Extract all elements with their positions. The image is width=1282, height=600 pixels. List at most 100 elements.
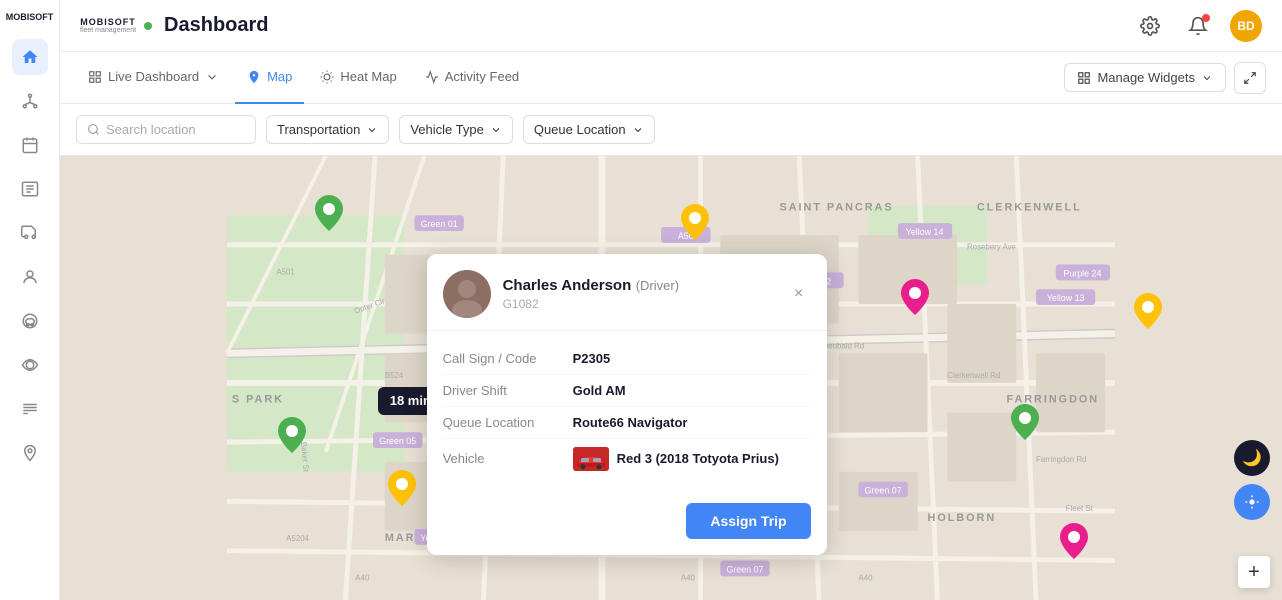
map-pin-green-1[interactable] (315, 195, 343, 236)
search-location-input[interactable]: Search location (76, 115, 256, 144)
app-shell: MOBISOFT (0, 0, 1282, 600)
map-pin-green-2[interactable] (278, 417, 306, 458)
logo-area: MOBISOFT fleet management (80, 17, 152, 34)
vehicle-name: Red 3 (2018 Totyota Prius) (617, 451, 779, 466)
driver-role: (Driver) (636, 278, 679, 293)
map-controls: 🌙 (1234, 440, 1270, 520)
queue-location-value: Route66 Navigator (573, 415, 688, 430)
queue-location-filter[interactable]: Queue Location (523, 115, 655, 144)
top-header: MOBISOFT fleet management Dashboard BD (60, 0, 1282, 52)
map-background: SAINT PANCRAS CLERKENWELL FARRINGDON MAR… (60, 156, 1282, 600)
driver-info: Charles Anderson (Driver) G1082 (503, 277, 679, 311)
svg-text:Yellow 14: Yellow 14 (906, 227, 944, 237)
svg-text:Yellow 13: Yellow 13 (1047, 293, 1085, 303)
sidebar-icon-reports[interactable] (12, 171, 48, 207)
svg-text:Clerkenwell Rd: Clerkenwell Rd (947, 371, 1000, 380)
manage-widgets-button[interactable]: Manage Widgets (1064, 63, 1226, 92)
map-pin-pink-2[interactable] (1060, 523, 1088, 564)
location-button[interactable] (1234, 484, 1270, 520)
tab-live-dashboard-label: Live Dashboard (108, 69, 199, 84)
svg-text:A40: A40 (858, 573, 873, 582)
tab-activity-feed[interactable]: Activity Feed (413, 52, 531, 104)
driver-shift-label: Driver Shift (443, 383, 573, 398)
tab-map[interactable]: Map (235, 52, 304, 104)
popup-row-vehicle: Vehicle Red 3 (2018 Totyota Prius) (443, 439, 811, 479)
sidebar-icon-home[interactable] (12, 39, 48, 75)
tab-map-label: Map (267, 69, 292, 84)
sidebar-icon-org[interactable] (12, 83, 48, 119)
zoom-in-button[interactable]: + (1238, 556, 1270, 588)
svg-text:Green 07: Green 07 (726, 564, 763, 574)
map-pin-yellow-3[interactable] (1134, 293, 1162, 334)
vehicle-value: Red 3 (2018 Totyota Prius) (573, 447, 779, 471)
popup-close-button[interactable]: × (787, 282, 811, 306)
map-pin-green-3[interactable] (1011, 404, 1039, 445)
sidebar-icon-users[interactable] (12, 259, 48, 295)
tab-live-dashboard[interactable]: Live Dashboard (76, 52, 231, 104)
svg-text:CLERKENWELL: CLERKENWELL (977, 201, 1082, 213)
driver-avatar (443, 270, 491, 318)
svg-text:B524: B524 (385, 371, 404, 380)
vehicle-thumbnail (573, 447, 609, 471)
notifications-button[interactable] (1182, 10, 1214, 42)
filter-bar: Search location Transportation Vehicle T… (60, 104, 1282, 156)
sidebar-icon-settings2[interactable] (12, 391, 48, 427)
sidebar-icon-location[interactable] (12, 435, 48, 471)
content-area: Live Dashboard Map Heat Map Activity Fee… (60, 52, 1282, 600)
sidebar-icon-calendar[interactable] (12, 127, 48, 163)
vehicle-type-filter[interactable]: Vehicle Type (399, 115, 512, 144)
logo-brand: MOBISOFT (80, 17, 136, 27)
sidebar: MOBISOFT (0, 0, 60, 600)
travel-time: 18 min (390, 393, 431, 408)
map-pin-yellow-1[interactable] (681, 204, 709, 245)
sidebar-icon-eye[interactable] (12, 347, 48, 383)
svg-text:Green 01: Green 01 (421, 219, 458, 229)
tab-activity-feed-label: Activity Feed (445, 69, 519, 84)
page-title: Dashboard (164, 14, 1122, 37)
tab-heat-map[interactable]: Heat Map (308, 52, 408, 104)
vehicle-type-label: Vehicle Type (410, 122, 483, 137)
call-sign-label: Call Sign / Code (443, 351, 573, 366)
map-area[interactable]: SAINT PANCRAS CLERKENWELL FARRINGDON MAR… (60, 156, 1282, 600)
popup-row-driver-shift: Driver Shift Gold AM (443, 375, 811, 407)
nav-right-actions: Manage Widgets (1064, 62, 1266, 94)
sidebar-icon-car2[interactable] (12, 303, 48, 339)
status-dot (144, 22, 152, 30)
popup-header: Charles Anderson (Driver) G1082 × (427, 254, 827, 331)
map-pin-yellow-2[interactable] (388, 470, 416, 511)
svg-text:Fleet St: Fleet St (1066, 504, 1094, 513)
dark-mode-button[interactable]: 🌙 (1234, 440, 1270, 476)
queue-location-label: Queue Location (534, 122, 626, 137)
search-placeholder: Search location (106, 122, 196, 137)
svg-text:SAINT PANCRAS: SAINT PANCRAS (780, 201, 894, 213)
svg-text:HOLBORN: HOLBORN (928, 512, 997, 524)
svg-text:Green 07: Green 07 (865, 485, 902, 495)
svg-text:Rosebery Ave: Rosebery Ave (967, 243, 1017, 252)
transportation-filter[interactable]: Transportation (266, 115, 389, 144)
popup-body: Call Sign / Code P2305 Driver Shift Gold… (427, 331, 827, 491)
svg-text:A40: A40 (681, 573, 696, 582)
logo-text: MOBISOFT (6, 12, 54, 22)
logo-sub: fleet management (80, 27, 136, 34)
map-pin-pink[interactable] (901, 279, 929, 320)
popup-row-call-sign: Call Sign / Code P2305 (443, 343, 811, 375)
tab-heat-map-label: Heat Map (340, 69, 396, 84)
svg-text:A5204: A5204 (286, 534, 309, 543)
driver-name: Charles Anderson (503, 277, 632, 294)
svg-text:A501: A501 (276, 267, 294, 276)
fullscreen-button[interactable] (1234, 62, 1266, 94)
svg-text:S PARK: S PARK (232, 394, 284, 406)
assign-trip-button[interactable]: Assign Trip (686, 503, 810, 539)
queue-location-label-detail: Queue Location (443, 415, 573, 430)
driver-info-popup: Charles Anderson (Driver) G1082 × (427, 254, 827, 555)
notification-badge (1202, 14, 1210, 22)
settings-button[interactable] (1134, 10, 1166, 42)
user-avatar[interactable]: BD (1230, 10, 1262, 42)
sidebar-icon-vehicles[interactable] (12, 215, 48, 251)
driver-name-row: Charles Anderson (Driver) (503, 277, 679, 295)
driver-shift-value: Gold AM (573, 383, 626, 398)
manage-widgets-label: Manage Widgets (1097, 70, 1195, 85)
popup-row-queue-location: Queue Location Route66 Navigator (443, 407, 811, 439)
close-icon: × (794, 285, 803, 303)
svg-text:A40: A40 (355, 573, 370, 582)
